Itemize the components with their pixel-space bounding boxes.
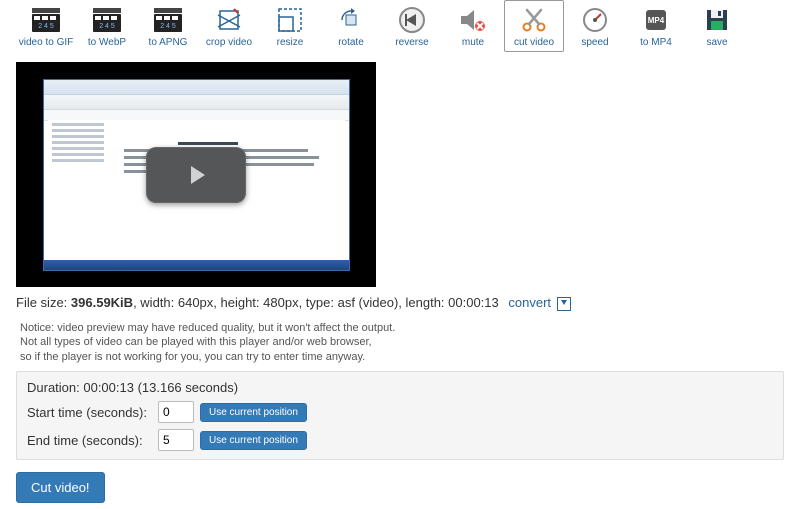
tool-to-mp4[interactable]: MP4 to MP4 [626, 0, 686, 52]
svg-text:2 4 5: 2 4 5 [160, 23, 176, 30]
start-time-row: Start time (seconds): Use current positi… [27, 401, 773, 423]
tool-crop-video[interactable]: crop video [199, 0, 259, 52]
toolbar: 2 4 5 video to GIF 2 4 5 to WebP 2 4 5 t… [16, 0, 784, 52]
tool-reverse[interactable]: reverse [382, 0, 442, 52]
file-size-label: File size: [16, 295, 71, 310]
clapper-icon: 2 4 5 [31, 5, 61, 35]
mute-icon [458, 5, 488, 35]
notice-line: Not all types of video can be played wit… [20, 335, 780, 350]
reverse-icon [397, 5, 427, 35]
duration-row: Duration: 00:00:13 (13.166 seconds) [27, 380, 773, 395]
tool-resize[interactable]: resize [260, 0, 320, 52]
tool-label: to MP4 [640, 37, 672, 48]
end-time-input[interactable] [158, 429, 194, 451]
resize-icon [275, 5, 305, 35]
cut-video-button[interactable]: Cut video! [16, 472, 105, 503]
video-preview[interactable] [16, 62, 376, 287]
end-time-row: End time (seconds): Use current position [27, 429, 773, 451]
play-button[interactable] [146, 147, 246, 203]
svg-text:2 4 5: 2 4 5 [38, 23, 54, 30]
tool-label: crop video [206, 37, 252, 48]
tool-cut-video[interactable]: cut video [504, 0, 564, 52]
start-time-label: Start time (seconds): [27, 405, 152, 420]
tool-label: save [706, 37, 727, 48]
tool-label: rotate [338, 37, 364, 48]
tool-label: reverse [395, 37, 428, 48]
download-icon [557, 297, 571, 311]
tool-mute[interactable]: mute [443, 0, 503, 52]
time-panel: Duration: 00:00:13 (13.166 seconds) Star… [16, 371, 784, 460]
play-icon [182, 161, 210, 189]
use-current-end-button[interactable]: Use current position [200, 431, 307, 450]
tool-label: to APNG [149, 37, 188, 48]
tool-to-apng[interactable]: 2 4 5 to APNG [138, 0, 198, 52]
notice-text: Notice: video preview may have reduced q… [16, 313, 784, 372]
notice-line: Notice: video preview may have reduced q… [20, 321, 780, 336]
tool-to-webp[interactable]: 2 4 5 to WebP [77, 0, 137, 52]
tool-label: mute [462, 37, 484, 48]
rotate-icon [336, 5, 366, 35]
convert-label: convert [508, 295, 551, 310]
notice-line: so if the player is not working for you,… [20, 350, 780, 365]
file-info: File size: 396.59KiB, width: 640px, heig… [16, 295, 784, 311]
file-dimensions: , width: 640px, height: 480px, type: asf… [133, 295, 499, 310]
clapper-icon: 2 4 5 [92, 5, 122, 35]
end-time-label: End time (seconds): [27, 433, 152, 448]
tool-video-to-gif[interactable]: 2 4 5 video to GIF [16, 0, 76, 52]
tool-label: video to GIF [19, 37, 73, 48]
tool-label: speed [581, 37, 608, 48]
tool-speed[interactable]: speed [565, 0, 625, 52]
tool-label: resize [277, 37, 304, 48]
duration-text: Duration: 00:00:13 (13.166 seconds) [27, 380, 238, 395]
crop-icon [214, 5, 244, 35]
scissors-icon [519, 5, 549, 35]
tool-label: cut video [514, 37, 554, 48]
use-current-start-button[interactable]: Use current position [200, 403, 307, 422]
start-time-input[interactable] [158, 401, 194, 423]
tool-save[interactable]: save [687, 0, 747, 52]
convert-link[interactable]: convert [508, 295, 570, 310]
svg-text:MP4: MP4 [648, 16, 665, 25]
mp4-icon: MP4 [641, 5, 671, 35]
speed-icon [580, 5, 610, 35]
svg-text:2 4 5: 2 4 5 [99, 23, 115, 30]
file-size-value: 396.59KiB [71, 295, 133, 310]
save-icon [702, 5, 732, 35]
clapper-icon: 2 4 5 [153, 5, 183, 35]
tool-label: to WebP [88, 37, 126, 48]
tool-rotate[interactable]: rotate [321, 0, 381, 52]
